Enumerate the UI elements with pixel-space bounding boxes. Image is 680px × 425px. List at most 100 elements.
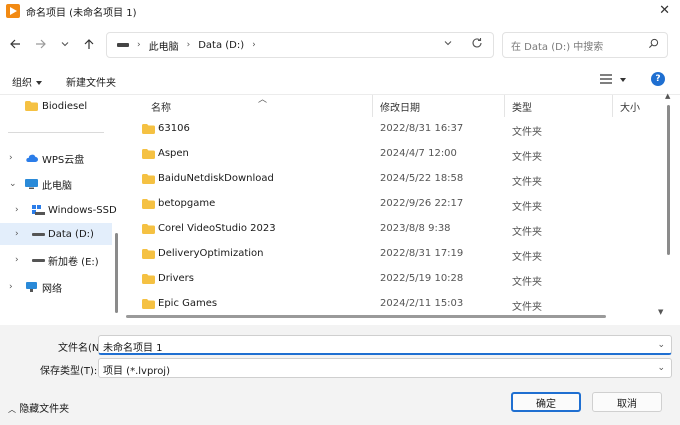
- sidebar-item-biodiesel[interactable]: Biodiesel: [0, 95, 112, 117]
- computer-icon: [25, 179, 38, 189]
- sidebar-item-wps-cloud[interactable]: › WPS云盘: [0, 147, 112, 169]
- folder-icon: [142, 274, 155, 284]
- up-arrow-icon[interactable]: [80, 35, 98, 53]
- chevron-down-icon[interactable]: ⌄: [9, 179, 17, 189]
- sidebar-item-data-drive[interactable]: › Data (D:): [0, 223, 112, 245]
- save-dialog-footer: 文件名(N): 未命名项目 1 ⌄ 保存类型(T): 项目 (*.lvproj)…: [0, 325, 680, 425]
- sidebar-item-windows-ssd[interactable]: › Windows-SSD: [0, 199, 117, 221]
- window-title: 命名项目 (未命名项目 1): [26, 7, 137, 19]
- search-placeholder: 在 Data (D:) 中搜索: [511, 41, 604, 53]
- scroll-up-arrow-icon[interactable]: ▲: [665, 92, 670, 100]
- filetype-label: 保存类型(T):: [40, 366, 98, 377]
- file-row[interactable]: 63106 2022/8/31 16:37 文件夹: [136, 120, 666, 142]
- help-icon[interactable]: ?: [651, 72, 665, 86]
- folder-icon: [142, 224, 155, 234]
- column-divider[interactable]: [504, 95, 505, 117]
- search-icon[interactable]: [648, 38, 659, 49]
- column-header-name[interactable]: 名称: [151, 99, 171, 114]
- folder-icon: [142, 124, 155, 134]
- file-name: Epic Games: [158, 298, 218, 309]
- sidebar-item-new-volume-e[interactable]: › 新加卷 (E:): [0, 249, 112, 271]
- file-type: 文件夹: [512, 202, 542, 213]
- file-row[interactable]: Drivers 2022/5/19 10:28 文件夹: [136, 270, 666, 292]
- drive-icon: [117, 43, 129, 47]
- back-arrow-icon[interactable]: [6, 35, 24, 53]
- chevron-right-icon[interactable]: ›: [15, 255, 19, 265]
- ok-button[interactable]: 确定: [511, 392, 581, 412]
- address-history-chevron-icon[interactable]: [443, 38, 453, 51]
- folder-icon: [142, 149, 155, 159]
- sidebar-item-label: 网络: [42, 283, 62, 295]
- file-row[interactable]: Epic Games 2024/2/11 15:03 文件夹: [136, 295, 666, 317]
- column-header-size[interactable]: 大小: [620, 99, 640, 114]
- chevron-right-icon[interactable]: ›: [15, 229, 19, 239]
- chevron-down-icon[interactable]: ⌄: [657, 363, 665, 373]
- file-modified-date: 2024/5/22 18:58: [380, 173, 464, 184]
- forward-arrow-icon[interactable]: [32, 35, 50, 53]
- view-options-caret-icon[interactable]: [620, 78, 626, 82]
- organize-menu[interactable]: 组织: [12, 74, 42, 89]
- chevron-right-icon[interactable]: ›: [252, 40, 256, 50]
- column-header-date[interactable]: 修改日期: [380, 99, 420, 114]
- sidebar-item-label: 新加卷 (E:): [48, 256, 99, 268]
- filename-field[interactable]: 未命名项目 1 ⌄: [98, 335, 672, 355]
- folder-icon: [25, 101, 38, 111]
- file-row[interactable]: BaiduNetdiskDownload 2024/5/22 18:58 文件夹: [136, 170, 666, 192]
- filetype-select[interactable]: 项目 (*.lvproj) ⌄: [98, 358, 672, 378]
- chevron-right-icon[interactable]: ›: [9, 153, 13, 163]
- close-icon[interactable]: ✕: [659, 3, 670, 18]
- app-icon: [6, 4, 20, 18]
- file-row[interactable]: DeliveryOptimization 2022/8/31 17:19 文件夹: [136, 245, 666, 267]
- cancel-button[interactable]: 取消: [592, 392, 662, 412]
- file-row[interactable]: Corel VideoStudio 2023 2023/8/8 9:38 文件夹: [136, 220, 666, 242]
- column-divider[interactable]: [372, 95, 373, 117]
- drive-icon: [32, 259, 45, 262]
- file-list-horizontal-scrollbar[interactable]: [126, 315, 606, 318]
- sidebar-item-label: Windows-SSD: [48, 204, 117, 216]
- folder-icon: [142, 174, 155, 184]
- chevron-right-icon[interactable]: ›: [9, 282, 13, 292]
- navigation-pane: Biodiesel › WPS云盘 ⌄ 此电脑 › Windows-SSD › …: [0, 95, 118, 325]
- chevron-up-icon: ︿: [8, 405, 16, 414]
- new-folder-button[interactable]: 新建文件夹: [66, 74, 116, 89]
- sidebar-item-this-pc[interactable]: ⌄ 此电脑: [0, 173, 112, 195]
- address-bar[interactable]: › 此电脑 › Data (D:) ›: [106, 32, 494, 58]
- file-name: Corel VideoStudio 2023: [158, 223, 276, 234]
- file-list: ︿ 名称 修改日期 类型 大小 63106 2022/8/31 16:37 文件夹 A…: [118, 92, 680, 325]
- drive-icon: [32, 233, 45, 236]
- file-name: DeliveryOptimization: [158, 248, 264, 259]
- file-list-vertical-scrollbar[interactable]: [667, 105, 670, 255]
- folder-icon: [142, 199, 155, 209]
- file-row[interactable]: Aspen 2024/4/7 12:00 文件夹: [136, 145, 666, 167]
- file-modified-date: 2022/8/31 17:19: [380, 248, 464, 259]
- file-type: 文件夹: [512, 152, 542, 163]
- navigation-bar: › 此电脑 › Data (D:) › 在 Data (D:) 中搜索: [0, 26, 680, 64]
- refresh-icon[interactable]: [471, 37, 483, 52]
- breadcrumb-this-pc[interactable]: 此电脑: [149, 38, 179, 53]
- title-bar: 命名项目 (未命名项目 1) ✕: [0, 0, 680, 22]
- file-modified-date: 2022/9/26 22:17: [380, 198, 464, 209]
- chevron-down-icon[interactable]: ⌄: [657, 340, 665, 350]
- sidebar-item-label: 此电脑: [42, 180, 72, 192]
- column-header-type[interactable]: 类型: [512, 99, 532, 114]
- breadcrumb-data-drive[interactable]: Data (D:): [198, 40, 244, 51]
- search-input[interactable]: 在 Data (D:) 中搜索: [502, 32, 668, 58]
- file-modified-date: 2022/8/31 16:37: [380, 123, 464, 134]
- sidebar-item-network[interactable]: › 网络: [0, 276, 112, 298]
- file-name: 63106: [158, 123, 190, 134]
- folder-icon: [142, 249, 155, 259]
- recent-locations-chevron-icon[interactable]: [56, 35, 74, 53]
- command-bar: 组织 新建文件夹 ?: [0, 66, 680, 94]
- sidebar-item-label: WPS云盘: [42, 154, 85, 166]
- hide-folders-label: 隐藏文件夹: [19, 404, 70, 415]
- chevron-right-icon[interactable]: ›: [15, 205, 19, 215]
- file-name: betopgame: [158, 198, 216, 209]
- file-row[interactable]: betopgame 2022/9/26 22:17 文件夹: [136, 195, 666, 217]
- chevron-right-icon: ›: [186, 40, 191, 50]
- column-divider[interactable]: [612, 95, 613, 117]
- file-modified-date: 2023/8/8 9:38: [380, 223, 451, 234]
- scroll-down-arrow-icon[interactable]: ▼: [658, 308, 663, 316]
- folder-icon: [142, 299, 155, 309]
- hide-folders-toggle[interactable]: ︿ 隐藏文件夹: [8, 400, 69, 415]
- view-options-icon[interactable]: [600, 74, 612, 84]
